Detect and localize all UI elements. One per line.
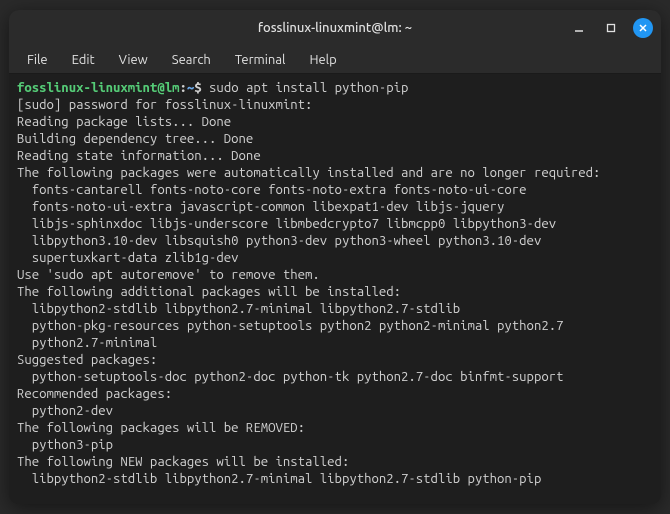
window-controls xyxy=(569,18,653,38)
output-line: The following additional packages will b… xyxy=(17,285,401,299)
window-title: fosslinux-linuxmint@lm: ~ xyxy=(258,21,412,35)
menu-search[interactable]: Search xyxy=(162,49,221,71)
menu-help[interactable]: Help xyxy=(299,49,346,71)
menu-view[interactable]: View xyxy=(109,49,158,71)
output-line: fonts-cantarell fonts-noto-core fonts-no… xyxy=(17,183,527,197)
close-button[interactable] xyxy=(633,18,653,38)
output-line: Building dependency tree... Done xyxy=(17,132,253,146)
output-line: Reading package lists... Done xyxy=(17,115,231,129)
output-line: python-setuptools-doc python2-doc python… xyxy=(17,370,564,384)
command-text: sudo apt install python-pip xyxy=(209,81,408,95)
terminal-window: fosslinux-linuxmint@lm: ~ File Edit View… xyxy=(9,10,661,504)
output-line: supertuxkart-data zlib1g-dev xyxy=(17,251,239,265)
minimize-icon xyxy=(573,22,585,34)
output-line: libpython2-stdlib libpython2.7-minimal l… xyxy=(17,472,541,486)
menu-file[interactable]: File xyxy=(17,49,58,71)
output-line: python-pkg-resources python-setuptools p… xyxy=(17,319,564,333)
prompt-userhost: fosslinux-linuxmint@lm xyxy=(17,81,179,95)
output-line: libpython3.10-dev libsquish0 python3-dev… xyxy=(17,234,541,248)
menubar: File Edit View Search Terminal Help xyxy=(9,46,661,74)
output-line: Reading state information... Done xyxy=(17,149,261,163)
output-line: [sudo] password for fosslinux-linuxmint: xyxy=(17,98,312,112)
output-line: python3-pip xyxy=(17,438,113,452)
close-icon xyxy=(637,22,649,34)
maximize-button[interactable] xyxy=(601,18,621,38)
output-line: The following packages will be REMOVED: xyxy=(17,421,305,435)
output-line: libpython2-stdlib libpython2.7-minimal l… xyxy=(17,302,460,316)
maximize-icon xyxy=(605,22,617,34)
menu-terminal[interactable]: Terminal xyxy=(225,49,296,71)
output-line: Recommended packages: xyxy=(17,387,172,401)
terminal-body[interactable]: fosslinux-linuxmint@lm:~$ sudo apt insta… xyxy=(9,74,661,504)
output-line: python2.7-minimal xyxy=(17,336,157,350)
prompt-sep2: $ xyxy=(194,81,209,95)
output-line: The following packages were automaticall… xyxy=(17,166,600,180)
titlebar: fosslinux-linuxmint@lm: ~ xyxy=(9,10,661,46)
output-line: Use 'sudo apt autoremove' to remove them… xyxy=(17,268,320,282)
prompt-sep1: : xyxy=(179,81,186,95)
output-line: fonts-noto-ui-extra javascript-common li… xyxy=(17,200,504,214)
minimize-button[interactable] xyxy=(569,18,589,38)
output-line: Suggested packages: xyxy=(17,353,157,367)
output-line: python2-dev xyxy=(17,404,113,418)
menu-edit[interactable]: Edit xyxy=(62,49,105,71)
output-line: libjs-sphinxdoc libjs-underscore libmbed… xyxy=(17,217,556,231)
output-line: The following NEW packages will be insta… xyxy=(17,455,349,469)
